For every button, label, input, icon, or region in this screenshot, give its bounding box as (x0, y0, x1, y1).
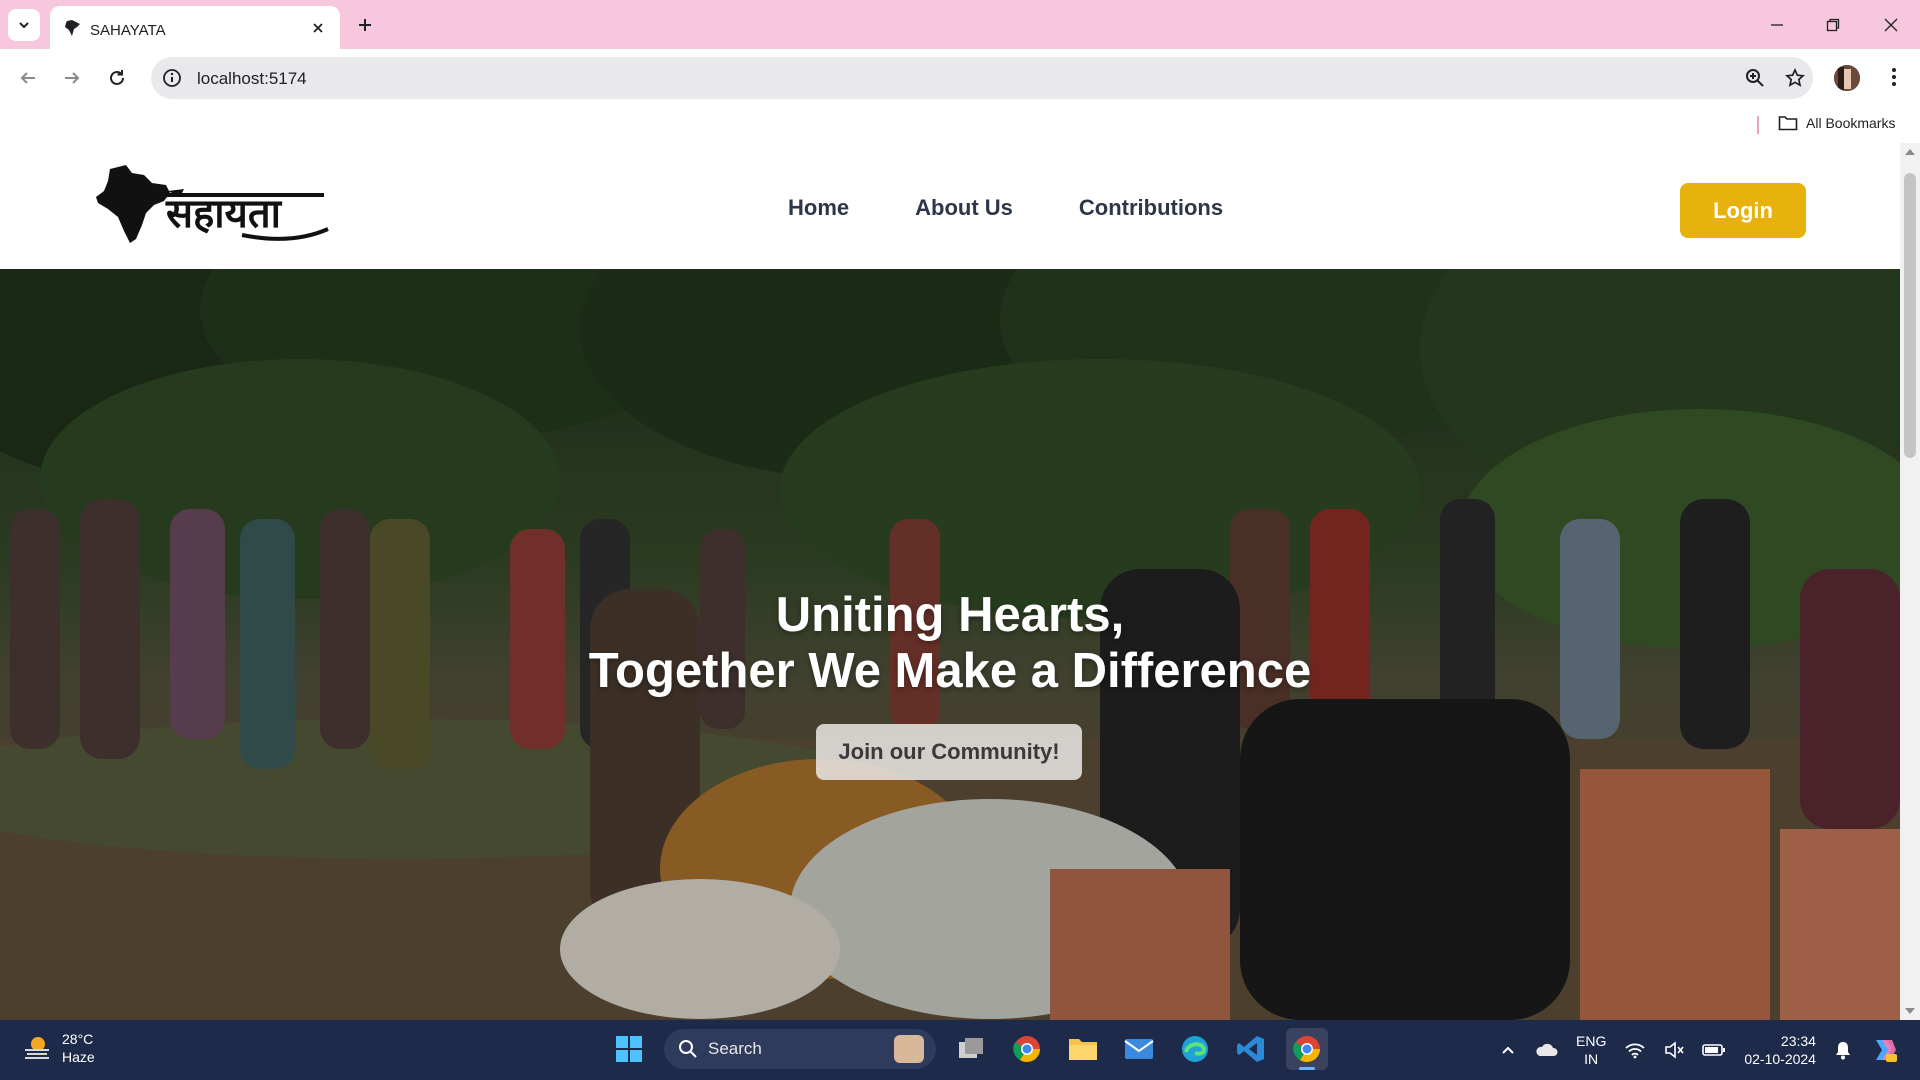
search-icon (679, 1040, 697, 1058)
taskbar-mail[interactable] (1118, 1028, 1160, 1070)
scrollbar-thumb[interactable] (1904, 173, 1916, 458)
site-header: सहायता Home About Us Contributions Login (0, 143, 1900, 269)
hero-title-line2: Together We Make a Difference (588, 644, 1312, 698)
battery-icon[interactable] (1702, 1043, 1726, 1057)
browser-tab-bar: SAHAYATA (0, 0, 1920, 49)
close-icon (1884, 18, 1898, 32)
reload-icon (110, 70, 124, 85)
volume-muted-icon[interactable] (1664, 1041, 1684, 1059)
language-indicator[interactable]: ENG IN (1576, 1032, 1606, 1068)
folder-icon (1778, 116, 1798, 131)
windows-taskbar: 28°C Haze Search ENG IN 23:34 02-10-2024 (0, 1020, 1920, 1080)
bookmarks-divider (1757, 116, 1759, 134)
task-view-button[interactable] (950, 1028, 992, 1070)
taskbar-file-explorer[interactable] (1062, 1028, 1104, 1070)
page-scrollbar[interactable] (1900, 143, 1920, 1020)
join-community-button[interactable]: Join our Community! (816, 724, 1082, 780)
language-line1: ENG (1576, 1033, 1607, 1049)
system-tray: ENG IN 23:34 02-10-2024 (1500, 1020, 1898, 1080)
hero-section: Uniting Hearts, Together We Make a Diffe… (0, 269, 1900, 1020)
taskbar-search-label: Search (708, 1039, 762, 1058)
site-nav: Home About Us Contributions (788, 195, 1223, 221)
browser-toolbar: localhost:5174 (0, 49, 1920, 107)
scroll-up-arrow-icon[interactable] (1905, 149, 1915, 155)
folder-icon (1069, 1039, 1097, 1060)
start-button[interactable] (608, 1028, 650, 1070)
close-window-button[interactable] (1874, 10, 1908, 40)
clock[interactable]: 23:34 02-10-2024 (1744, 1032, 1816, 1068)
minimize-icon (1771, 24, 1783, 26)
zoom-icon[interactable] (1743, 66, 1767, 90)
mail-icon (1124, 1039, 1154, 1059)
restore-icon (1826, 18, 1840, 32)
nav-home[interactable]: Home (788, 195, 849, 221)
avatar-icon (1834, 65, 1860, 91)
taskbar-chrome-2[interactable] (1286, 1028, 1328, 1070)
language-line2: IN (1584, 1051, 1599, 1067)
tab-close-icon[interactable] (308, 18, 328, 38)
tab-search-button[interactable] (8, 9, 40, 41)
nav-contributions[interactable]: Contributions (1079, 195, 1223, 221)
new-tab-button[interactable] (352, 12, 378, 38)
chrome-icon (1293, 1036, 1321, 1063)
taskbar-edge[interactable] (1174, 1028, 1216, 1070)
hero-title: Uniting Hearts, Together We Make a Diffe… (0, 587, 1900, 699)
notification-bell-icon[interactable] (1834, 1040, 1852, 1060)
nav-about-us[interactable]: About Us (915, 195, 1013, 221)
taskbar-apps: Search (608, 1028, 1328, 1070)
all-bookmarks-label: All Bookmarks (1806, 115, 1896, 131)
page-viewport: सहायता Home About Us Contributions Login (0, 143, 1900, 1020)
browser-tab[interactable]: SAHAYATA (50, 6, 340, 49)
india-map-favicon-icon (65, 20, 80, 36)
hero-title-line1: Uniting Hearts, (775, 588, 1125, 642)
chrome-icon (1013, 1036, 1041, 1063)
weather-temperature: 28°C (62, 1031, 94, 1047)
windows-logo-icon (616, 1036, 642, 1062)
chevron-up-icon[interactable] (1500, 1042, 1516, 1058)
back-button[interactable] (12, 62, 44, 94)
weather-condition: Haze (62, 1049, 95, 1065)
clock-date: 02-10-2024 (1744, 1051, 1816, 1067)
bookmarks-bar: All Bookmarks (0, 107, 1920, 143)
arrow-left-icon (20, 72, 35, 84)
wifi-icon[interactable] (1624, 1041, 1646, 1059)
arrow-right-icon (65, 72, 80, 84)
scroll-down-arrow-icon[interactable] (1905, 1008, 1915, 1014)
weather-widget[interactable]: 28°C Haze (22, 1030, 95, 1066)
onedrive-cloud-icon[interactable] (1534, 1042, 1558, 1058)
bookmark-star-icon[interactable] (1783, 66, 1807, 90)
taskbar-chrome-1[interactable] (1006, 1028, 1048, 1070)
search-highlight-image (894, 1035, 924, 1063)
site-info-icon[interactable] (161, 67, 183, 89)
task-view-icon (959, 1038, 983, 1058)
address-bar[interactable]: localhost:5174 (151, 57, 1813, 99)
tab-title: SAHAYATA (90, 22, 166, 39)
forward-button[interactable] (56, 62, 88, 94)
india-map-logo-icon: सहायता (96, 165, 329, 243)
logo-text: सहायता (165, 191, 283, 237)
minimize-button[interactable] (1760, 10, 1794, 40)
copilot-icon[interactable] (1870, 1036, 1898, 1064)
login-button[interactable]: Login (1680, 183, 1806, 238)
edge-icon (1182, 1036, 1208, 1062)
site-logo[interactable]: सहायता (92, 161, 332, 251)
profile-avatar[interactable] (1834, 65, 1860, 91)
url-text[interactable]: localhost:5174 (197, 69, 307, 89)
taskbar-vscode[interactable] (1230, 1028, 1272, 1070)
more-vertical-icon (1892, 68, 1896, 86)
vscode-icon (1237, 1036, 1264, 1062)
chevron-down-icon (19, 22, 29, 29)
haze-weather-icon (25, 1037, 49, 1059)
plus-icon (359, 19, 371, 31)
all-bookmarks-button[interactable]: All Bookmarks (1778, 115, 1895, 131)
restore-button[interactable] (1816, 10, 1850, 40)
clock-time: 23:34 (1780, 1033, 1816, 1049)
reload-button[interactable] (101, 62, 133, 94)
browser-menu-button[interactable] (1880, 63, 1908, 91)
taskbar-search[interactable]: Search (664, 1029, 936, 1069)
